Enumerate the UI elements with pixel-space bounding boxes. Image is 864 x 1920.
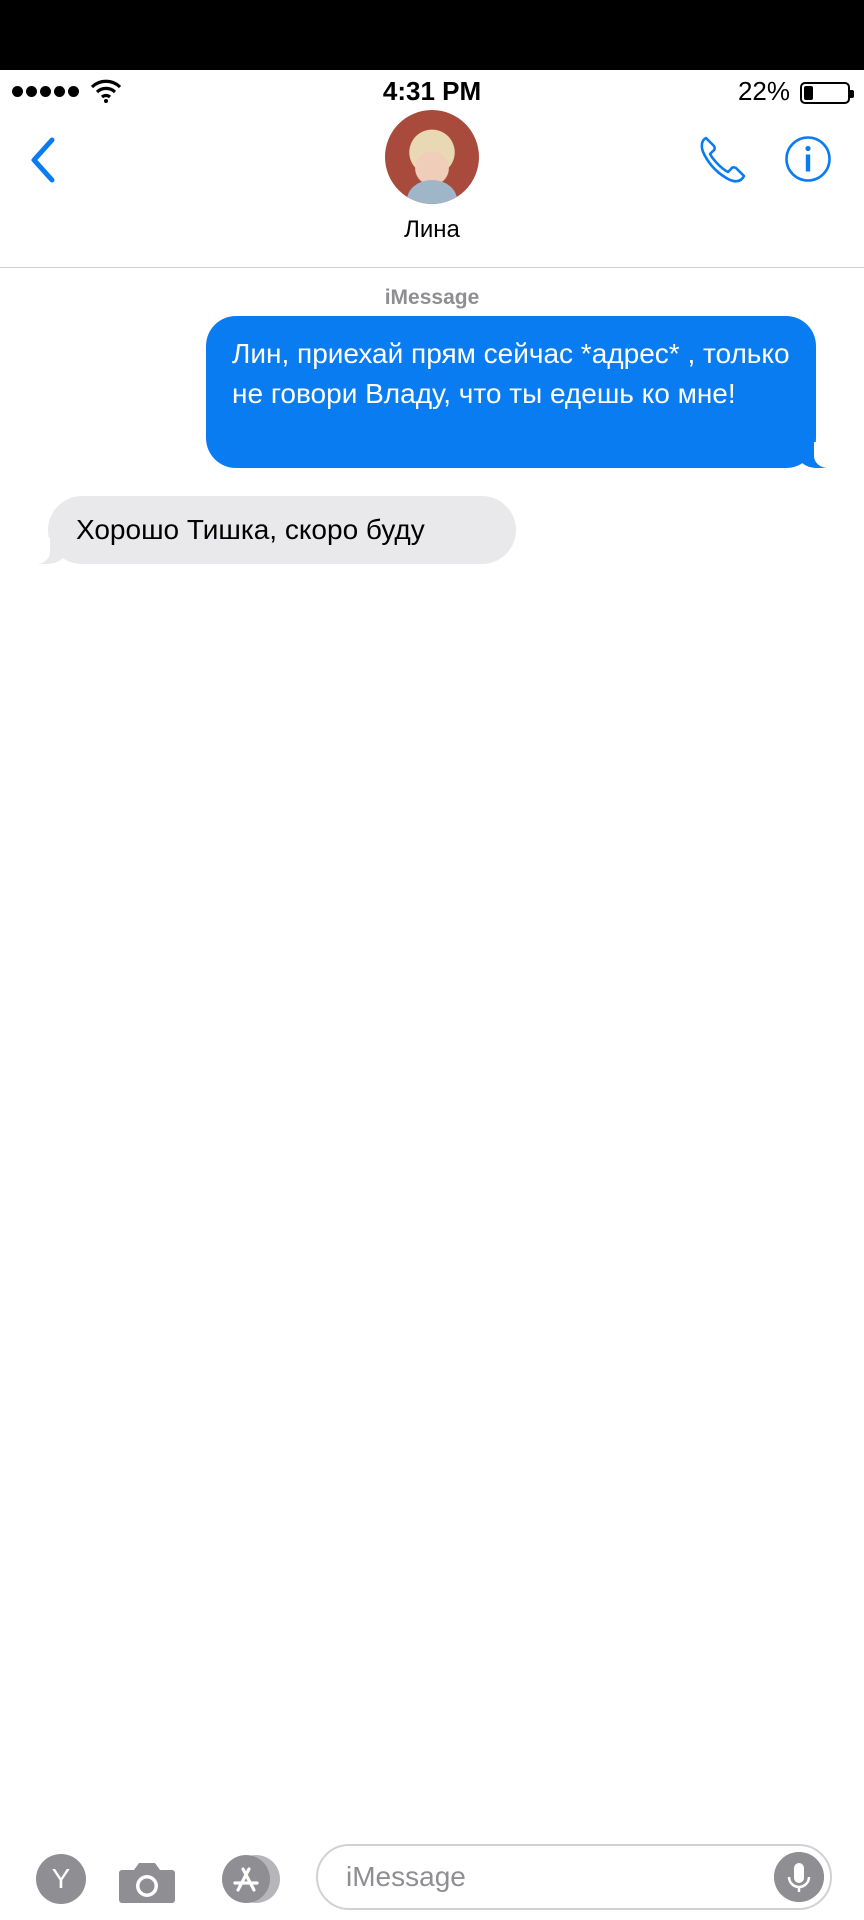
status-time: 4:31 PM (382, 76, 482, 106)
status-bar: 4:31 PM 22% (0, 70, 864, 110)
camera-icon[interactable] (118, 1860, 176, 1904)
message-text: Лин, приехай прям сейчас *адрес* , тольк… (232, 338, 790, 409)
contact-name[interactable]: Лина (0, 216, 864, 244)
message-text: Хорошо Тишка, скоро буду (76, 514, 425, 545)
message-input-bar: Y iMessage (0, 1830, 864, 1920)
sent-message-bubble[interactable]: Лин, приехай прям сейчас *адрес* , тольк… (206, 316, 834, 468)
bubble-tail (30, 538, 66, 564)
appstore-icon[interactable] (216, 1854, 284, 1904)
message-input[interactable]: iMessage (316, 1844, 832, 1910)
device-top-bezel (0, 0, 864, 70)
bubble-tail (798, 442, 834, 468)
message-input-placeholder: iMessage (346, 1861, 466, 1892)
y-app-button[interactable]: Y (36, 1854, 86, 1904)
service-label: iMessage (384, 286, 480, 309)
info-icon[interactable] (784, 135, 832, 183)
battery-icon (800, 82, 854, 104)
chevron-left-icon[interactable] (22, 130, 66, 190)
contact-avatar[interactable] (385, 110, 479, 204)
battery-percentage: 22% (737, 76, 790, 106)
phone-icon[interactable] (696, 132, 750, 186)
received-message-bubble[interactable]: Хорошо Тишка, скоро буду (30, 496, 516, 564)
conversation-header: Лина (0, 110, 864, 268)
microphone-icon[interactable] (774, 1852, 824, 1902)
